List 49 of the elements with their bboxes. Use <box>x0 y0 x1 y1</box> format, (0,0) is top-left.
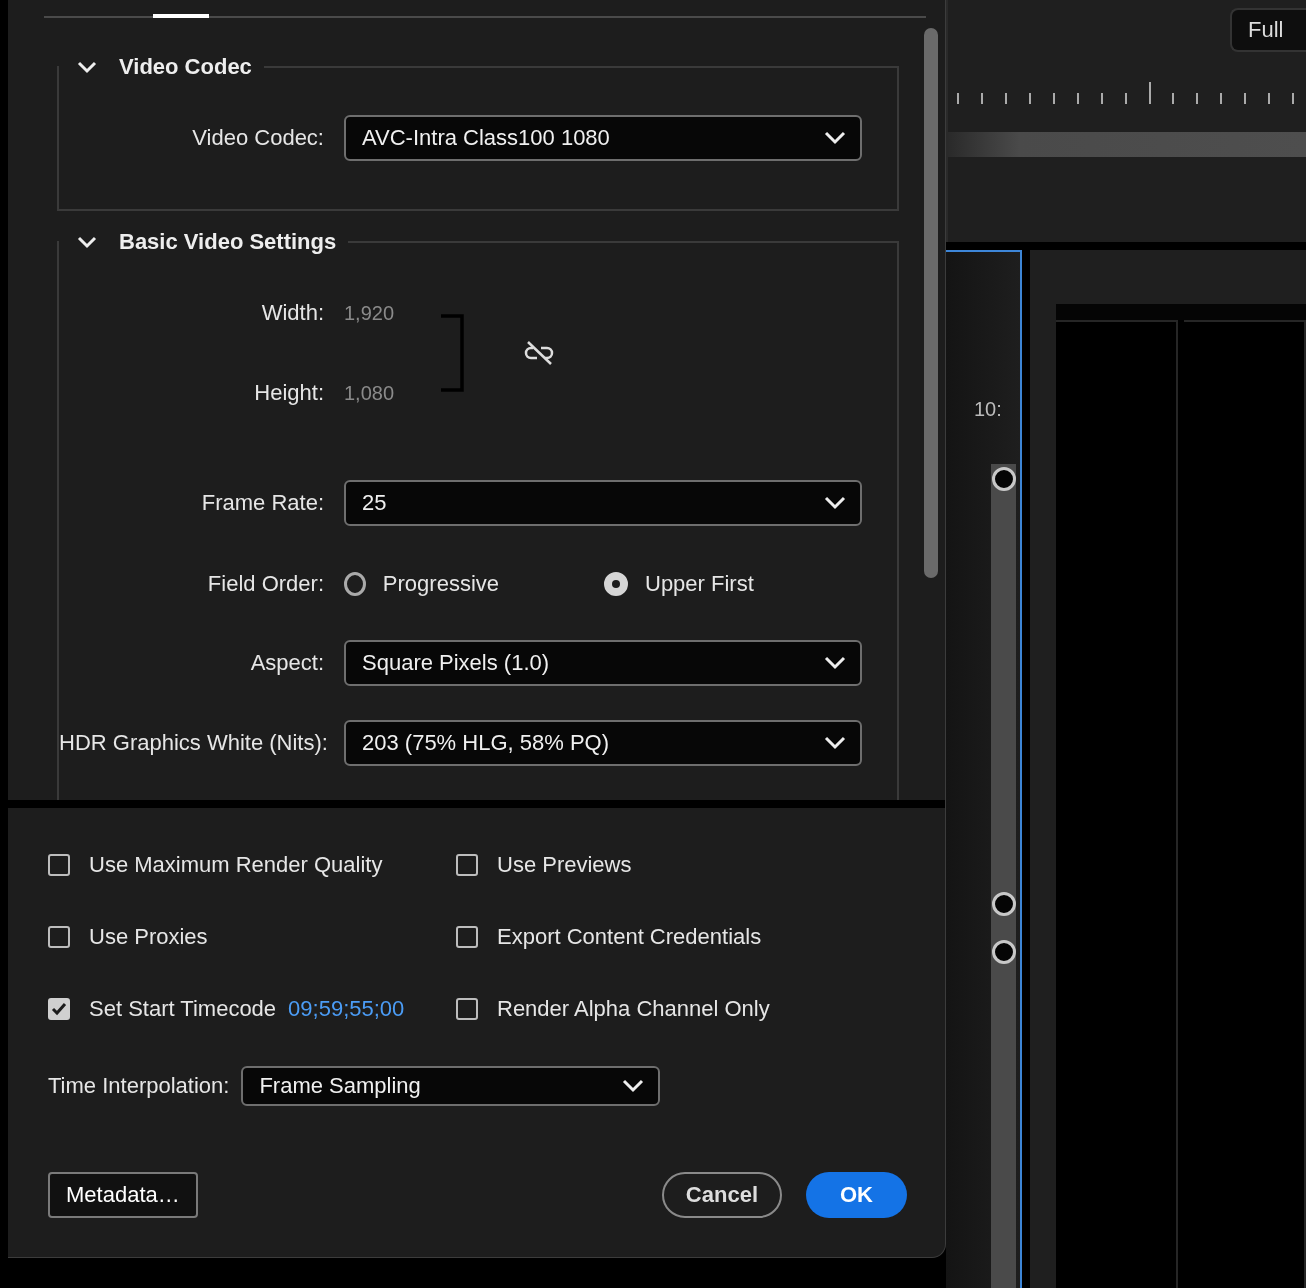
field-label: Aspect: <box>249 650 324 676</box>
dropdown[interactable]: Frame Sampling <box>241 1066 661 1106</box>
resolution-dropdown[interactable]: Full <box>1230 8 1306 52</box>
dropdown[interactable]: 25 <box>344 480 862 526</box>
checkbox[interactable] <box>48 926 70 948</box>
slider-track[interactable] <box>991 464 1016 1288</box>
field-label: Time Interpolation: <box>48 1073 230 1099</box>
section-title: Basic Video Settings <box>119 228 337 256</box>
chevron-down-icon <box>824 131 846 145</box>
chevron-down-icon[interactable] <box>77 60 97 74</box>
timecode-link[interactable]: 09;59;55;00 <box>288 996 405 1022</box>
radio-label[interactable]: Progressive <box>382 571 499 597</box>
chevron-down-icon <box>824 656 846 670</box>
chevron-down-icon[interactable] <box>77 235 97 249</box>
chevron-down-icon <box>824 736 846 750</box>
checkbox-label[interactable]: Render Alpha Channel Only <box>497 996 770 1022</box>
chevron-down-icon <box>622 1079 645 1093</box>
dropdown[interactable]: 203 (75% HLG, 58% PQ) <box>344 720 862 766</box>
checkbox[interactable] <box>456 854 478 876</box>
radio-label[interactable]: Upper First <box>645 571 754 597</box>
field-label: Field Order: <box>206 571 324 597</box>
checkbox-label[interactable]: Use Proxies <box>89 924 208 950</box>
checkbox-label[interactable]: Use Previews <box>497 852 632 878</box>
broken-link-icon[interactable] <box>524 340 554 366</box>
cancel-button[interactable]: Cancel <box>661 1172 782 1218</box>
selected-tab-indicator <box>153 14 209 18</box>
chevron-down-icon <box>824 496 846 510</box>
field-label: Video Codec: <box>191 125 324 151</box>
field-label: HDR Graphics White (Nits): <box>59 730 324 756</box>
checkbox-label[interactable]: Use Maximum Render Quality <box>89 852 383 878</box>
field-label: Height: <box>253 380 324 406</box>
radio-button[interactable] <box>604 572 628 596</box>
field-label: Frame Rate: <box>200 490 324 516</box>
checkbox[interactable] <box>456 998 478 1020</box>
checkbox-label[interactable]: Export Content Credentials <box>497 924 762 950</box>
checkbox[interactable] <box>48 854 70 876</box>
dropdown[interactable]: Square Pixels (1.0) <box>344 640 862 686</box>
radio-button[interactable] <box>344 572 366 596</box>
section-title: Video Codec <box>119 53 252 81</box>
checkbox-label[interactable]: Set Start Timecode <box>89 996 277 1022</box>
field-label: Width: <box>260 300 324 326</box>
metadata-button[interactable]: Metadata… <box>48 1172 198 1218</box>
scrollbar-thumb[interactable] <box>924 28 938 578</box>
dropdown[interactable]: AVC-Intra Class100 1080 <box>344 115 862 161</box>
scroll-bar[interactable] <box>948 132 1306 157</box>
checkbox[interactable] <box>456 926 478 948</box>
timecode-label: 10: <box>974 398 1002 421</box>
checkbox[interactable] <box>48 998 70 1020</box>
ok-button[interactable]: OK <box>806 1172 907 1218</box>
